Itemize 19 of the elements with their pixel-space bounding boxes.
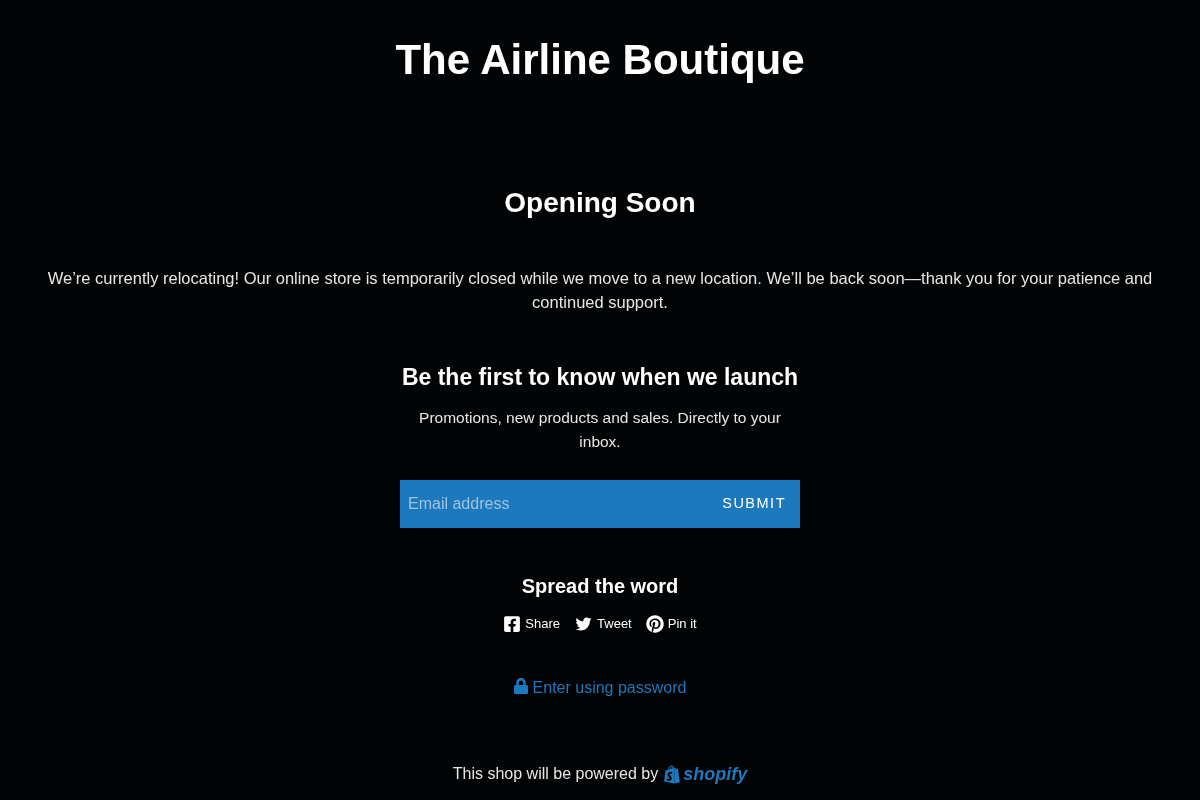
password-link[interactable]: Enter using password — [513, 677, 687, 699]
shopify-logo-link[interactable]: shopify — [663, 763, 748, 785]
shopping-bag-icon — [663, 763, 682, 785]
newsletter-heading: Be the first to know when we launch — [401, 363, 799, 392]
lock-icon — [513, 678, 528, 694]
submit-button[interactable]: SUBMIT — [712, 480, 800, 528]
store-title: The Airline Boutique — [395, 35, 805, 85]
pinterest-icon — [645, 615, 664, 633]
share-link[interactable]: Tweet — [574, 615, 632, 633]
facebook-icon — [503, 615, 522, 633]
share-heading: Spread the word — [521, 574, 679, 599]
email-field[interactable]: Email address — [400, 480, 713, 528]
footer-text: This shop will be powered by — [452, 764, 659, 784]
share-link[interactable]: Pin it — [645, 615, 697, 633]
share-link[interactable]: Share — [503, 615, 561, 633]
twitter-bird-icon — [574, 616, 594, 632]
relocation-message: We’re currently relocating! Our online store is temporarily closed while we move to a new location. We’ll be back soon—thank you for your patience and continued support. — [46, 268, 1154, 313]
page-heading: Opening Soon — [504, 186, 696, 220]
newsletter-subtext: Promotions, new products and sales. Directly to your inbox. — [418, 408, 782, 452]
